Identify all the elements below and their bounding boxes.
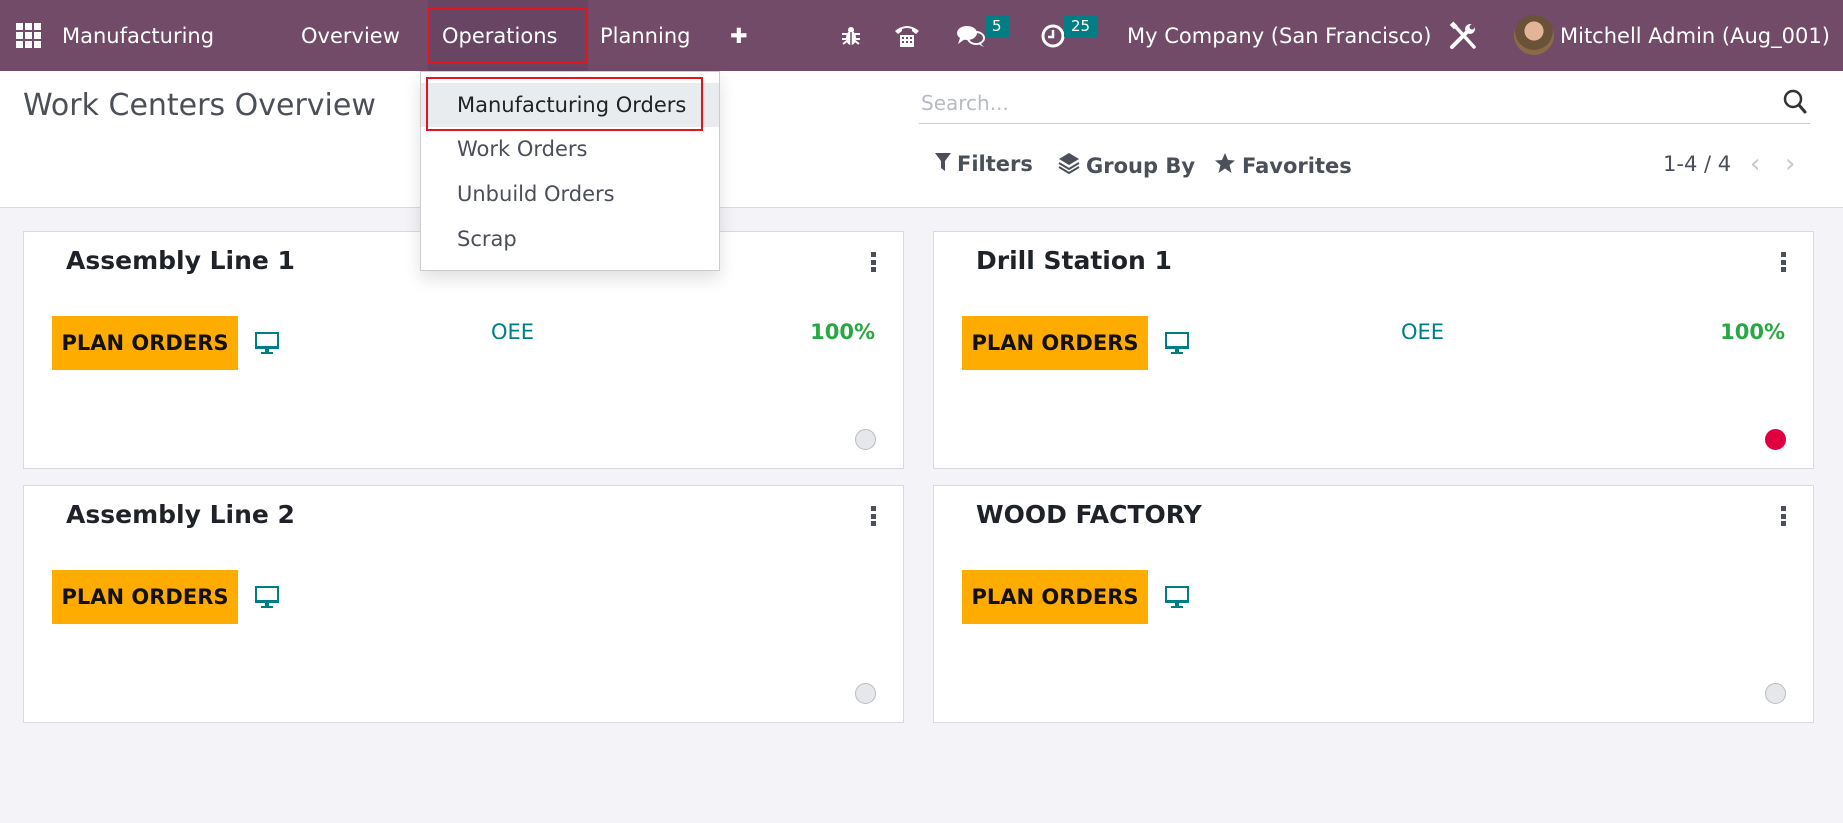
top-navbar: Manufacturing Overview Operations Planni…	[0, 0, 1843, 71]
group-by-button[interactable]: Group By	[1058, 152, 1195, 179]
search-bar	[919, 84, 1810, 124]
clock-icon[interactable]	[1040, 0, 1066, 71]
kebab-menu-icon[interactable]	[1780, 506, 1786, 526]
plan-orders-button[interactable]: PLAN ORDERS	[52, 316, 238, 370]
chat-icon[interactable]	[956, 0, 986, 71]
layers-icon	[1058, 152, 1080, 179]
filters-label: Filters	[957, 152, 1033, 176]
work-center-card[interactable]: WOOD FACTORY PLAN ORDERS	[933, 485, 1814, 723]
plus-icon[interactable]: ✚	[730, 0, 748, 71]
kebab-menu-icon[interactable]	[870, 252, 876, 272]
status-indicator[interactable]	[1765, 683, 1786, 704]
work-center-card[interactable]: Assembly Line 2 PLAN ORDERS	[23, 485, 904, 723]
operations-dropdown: Manufacturing Orders Work Orders Unbuild…	[420, 71, 720, 271]
oee-value: 100%	[1720, 320, 1785, 344]
favorites-label: Favorites	[1242, 153, 1352, 178]
app-brand[interactable]: Manufacturing	[62, 0, 214, 71]
search-input[interactable]	[921, 88, 1761, 118]
oee-value: 100%	[810, 320, 875, 344]
work-center-name[interactable]: Assembly Line 1	[66, 246, 295, 275]
work-center-card[interactable]: Drill Station 1 PLAN ORDERS OEE 100%	[933, 231, 1814, 469]
phone-icon[interactable]	[893, 0, 921, 71]
monitor-icon[interactable]	[254, 584, 280, 610]
kebab-menu-icon[interactable]	[870, 506, 876, 526]
page-title: Work Centers Overview	[23, 88, 376, 123]
menu-item-work-orders[interactable]: Work Orders	[421, 127, 719, 171]
menu-item-unbuild-orders[interactable]: Unbuild Orders	[421, 172, 719, 216]
user-avatar[interactable]	[1514, 15, 1554, 55]
work-center-name[interactable]: Drill Station 1	[976, 246, 1172, 275]
menu-item-manufacturing-orders[interactable]: Manufacturing Orders	[421, 83, 719, 127]
tools-icon[interactable]	[1448, 0, 1478, 71]
activities-count-badge: 25	[1064, 15, 1098, 37]
plan-orders-button[interactable]: PLAN ORDERS	[962, 316, 1148, 370]
kebab-menu-icon[interactable]	[1780, 252, 1786, 272]
status-indicator[interactable]	[855, 429, 876, 450]
work-center-name[interactable]: Assembly Line 2	[66, 500, 295, 529]
menu-overview[interactable]: Overview	[301, 0, 400, 71]
group-by-label: Group By	[1086, 153, 1196, 178]
plan-orders-button[interactable]: PLAN ORDERS	[962, 570, 1148, 624]
search-icon[interactable]	[1782, 88, 1808, 116]
filter-icon	[935, 152, 951, 176]
control-panel: Work Centers Overview Filters Group By F…	[0, 71, 1843, 208]
apps-menu-button[interactable]	[16, 0, 42, 71]
plan-orders-button[interactable]: PLAN ORDERS	[52, 570, 238, 624]
favorites-button[interactable]: Favorites	[1214, 152, 1352, 179]
company-switcher[interactable]: My Company (San Francisco)	[1127, 0, 1431, 71]
menu-item-scrap[interactable]: Scrap	[421, 217, 719, 261]
work-center-name[interactable]: WOOD FACTORY	[976, 500, 1202, 529]
monitor-icon[interactable]	[1164, 584, 1190, 610]
star-icon	[1214, 152, 1236, 179]
chevron-right-icon[interactable]: ›	[1785, 149, 1795, 179]
monitor-icon[interactable]	[1164, 330, 1190, 356]
bug-icon[interactable]	[840, 0, 862, 71]
user-menu[interactable]: Mitchell Admin (Aug_001)	[1560, 0, 1830, 71]
oee-label: OEE	[1401, 320, 1445, 344]
pager-value[interactable]: 1-4 / 4	[1663, 152, 1731, 176]
messages-count-badge: 5	[985, 15, 1009, 37]
menu-planning[interactable]: Planning	[600, 0, 690, 71]
oee-label: OEE	[491, 320, 535, 344]
status-indicator[interactable]	[855, 683, 876, 704]
status-indicator[interactable]	[1765, 429, 1786, 450]
filters-button[interactable]: Filters	[935, 152, 1033, 176]
grid-icon	[16, 23, 41, 48]
chevron-left-icon[interactable]: ‹	[1750, 149, 1760, 179]
menu-operations[interactable]: Operations	[428, 0, 588, 71]
monitor-icon[interactable]	[254, 330, 280, 356]
